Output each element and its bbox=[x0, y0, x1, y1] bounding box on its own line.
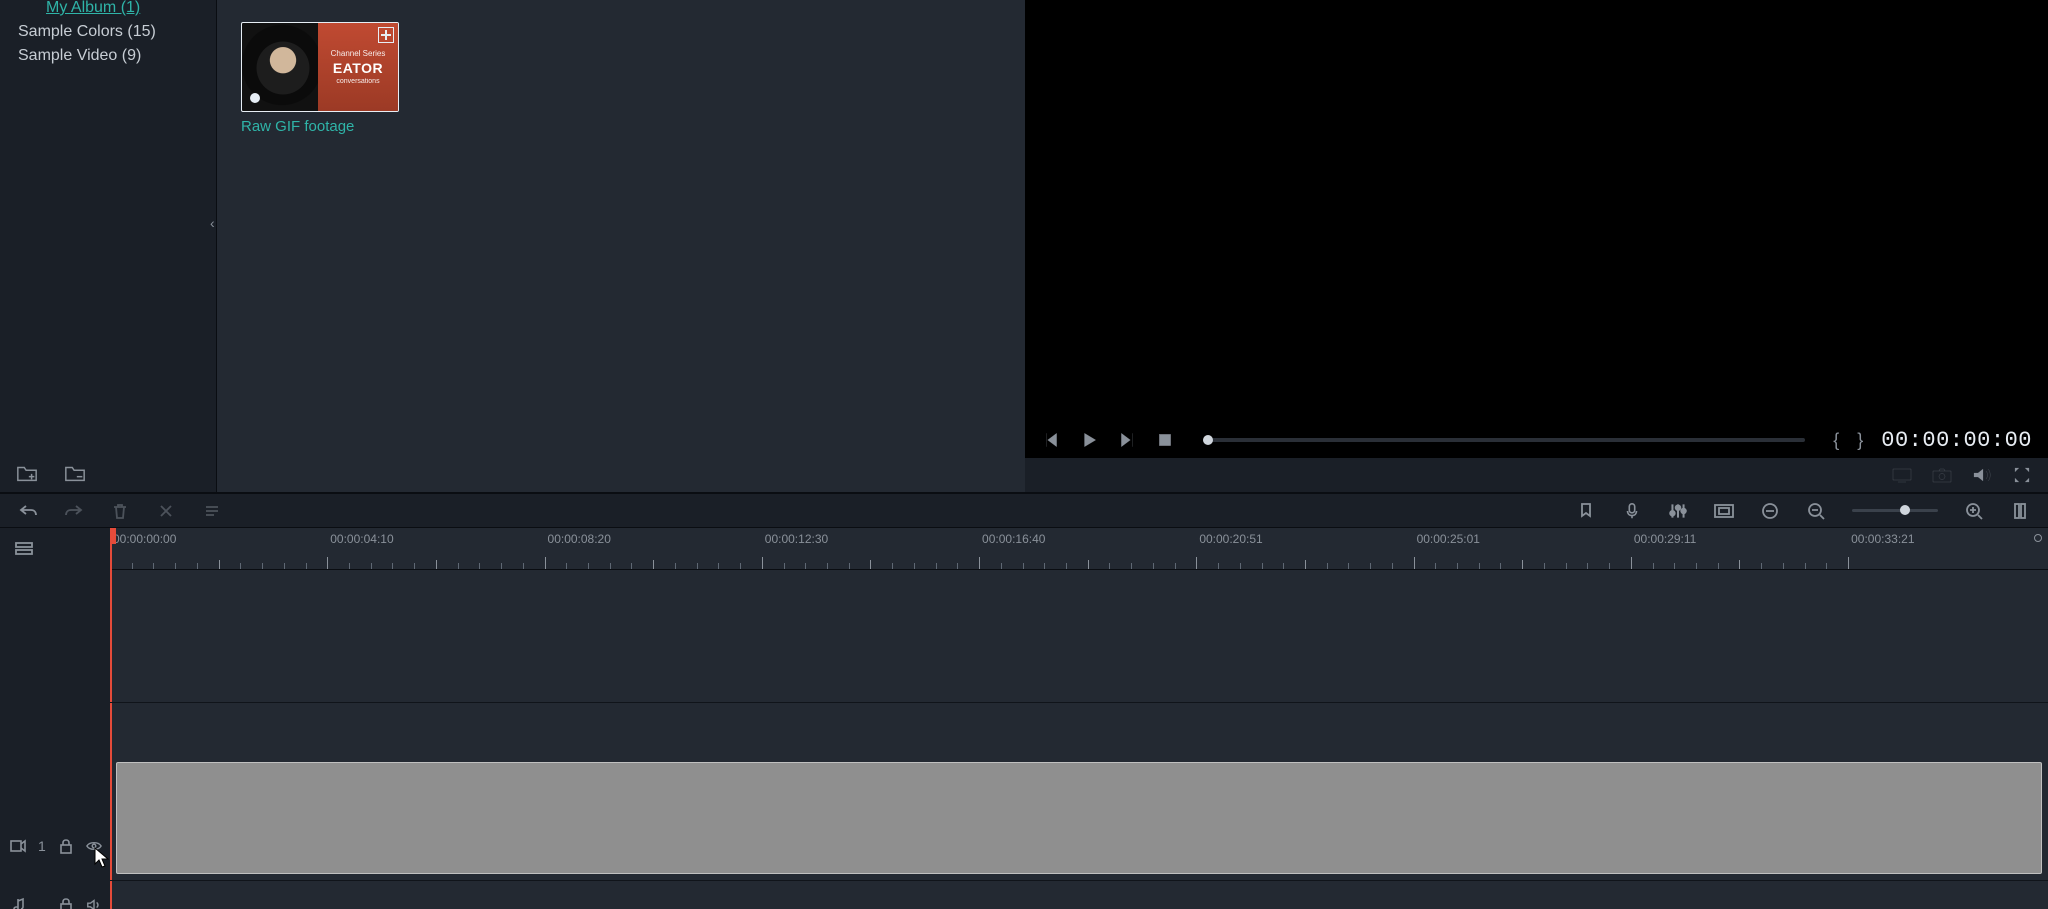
mark-in-icon[interactable]: { bbox=[1833, 430, 1839, 451]
mute-icon[interactable] bbox=[86, 897, 102, 909]
timeline-ruler[interactable]: 00:00:00:00 00:00:04:10 00:00:08:20 00:00:1… bbox=[110, 528, 2048, 570]
preview-viewport[interactable] bbox=[1025, 0, 2048, 422]
stop-button[interactable] bbox=[1155, 431, 1175, 449]
zoom-slider[interactable] bbox=[1852, 509, 1938, 512]
audio-track-icon bbox=[10, 897, 26, 909]
ruler-label: 00:00:12:30 bbox=[765, 532, 828, 546]
preview-pane: { } 00:00:00:00 bbox=[1025, 0, 2048, 492]
scrubber-handle[interactable] bbox=[1203, 435, 1213, 445]
sidebar-footer bbox=[0, 452, 216, 492]
video-track-header[interactable]: 1 bbox=[0, 832, 110, 860]
snapshot-icon[interactable] bbox=[1932, 466, 1952, 484]
media-clip[interactable]: Channel Series EATOR conversations Raw G… bbox=[241, 22, 399, 135]
thumb-text: EATOR bbox=[333, 60, 383, 76]
media-sidebar: My Album (1) Sample Colors (15) Sample V… bbox=[0, 0, 216, 492]
thumb-text: conversations bbox=[336, 78, 379, 85]
ruler-label: 00:00:00:00 bbox=[113, 532, 176, 546]
mark-out-icon[interactable]: } bbox=[1857, 430, 1863, 451]
ruler-label: 00:00:04:10 bbox=[330, 532, 393, 546]
timeline-toolbar bbox=[0, 492, 2048, 528]
preview-scrubber[interactable] bbox=[1203, 438, 1805, 442]
ruler-label: 00:00:25:01 bbox=[1417, 532, 1480, 546]
timeline-track-headers: 1 bbox=[0, 528, 110, 909]
zoom-in-button[interactable] bbox=[1964, 502, 1984, 520]
thumb-text: Channel Series bbox=[331, 49, 386, 58]
audio-track-header[interactable] bbox=[0, 895, 110, 909]
split-button[interactable] bbox=[156, 502, 176, 520]
timeline-tracks[interactable] bbox=[110, 570, 2048, 909]
volume-icon[interactable] bbox=[1972, 466, 1992, 484]
marker-icon[interactable] bbox=[1576, 502, 1596, 520]
ruler-label: 00:00:16:40 bbox=[982, 532, 1045, 546]
crop-button[interactable] bbox=[202, 502, 222, 520]
zoom-out-button[interactable] bbox=[1806, 502, 1826, 520]
timeline-header-corner bbox=[0, 528, 110, 570]
ruler-label: 00:00:33:21 bbox=[1851, 532, 1914, 546]
render-preview-icon[interactable] bbox=[1760, 502, 1780, 520]
delete-button[interactable] bbox=[110, 502, 130, 520]
playback-quality-icon[interactable] bbox=[1892, 466, 1912, 484]
video-track-icon bbox=[10, 838, 26, 854]
timecode-display: 00:00:00:00 bbox=[1881, 428, 2032, 453]
collapse-sidebar-handle[interactable]: ‹ bbox=[210, 215, 215, 231]
remove-folder-icon[interactable] bbox=[62, 462, 88, 484]
track-number: 1 bbox=[38, 838, 46, 854]
playhead-flag[interactable] bbox=[110, 528, 116, 544]
media-clip-label[interactable]: Raw GIF footage bbox=[241, 118, 399, 135]
play-button[interactable] bbox=[1079, 431, 1099, 449]
preview-controls bbox=[1025, 458, 2048, 492]
aspect-ratio-icon[interactable] bbox=[1714, 502, 1734, 520]
redo-button[interactable] bbox=[64, 502, 84, 520]
prev-frame-button[interactable] bbox=[1041, 431, 1061, 449]
track-separator bbox=[110, 880, 2048, 881]
transport-bar: { } 00:00:00:00 bbox=[1025, 422, 2048, 458]
audio-mixer-icon[interactable] bbox=[1668, 502, 1688, 520]
fullscreen-icon[interactable] bbox=[2012, 466, 2032, 484]
zoom-slider-knob[interactable] bbox=[1900, 505, 1910, 515]
app-root: My Album (1) Sample Colors (15) Sample V… bbox=[0, 0, 2048, 909]
visibility-icon[interactable] bbox=[86, 838, 102, 854]
next-frame-button[interactable] bbox=[1117, 431, 1137, 449]
record-voiceover-icon[interactable] bbox=[1622, 502, 1642, 520]
track-separator bbox=[110, 702, 2048, 703]
track-headers-body: 1 bbox=[0, 570, 110, 909]
top-pane: My Album (1) Sample Colors (15) Sample V… bbox=[0, 0, 2048, 492]
lock-icon[interactable] bbox=[58, 897, 74, 909]
lock-icon[interactable] bbox=[58, 838, 74, 854]
add-to-timeline-icon[interactable] bbox=[378, 27, 394, 43]
sidebar-item-sample-video[interactable]: Sample Video (9) bbox=[0, 44, 216, 68]
ruler-label: 00:00:20:51 bbox=[1199, 532, 1262, 546]
sidebar-item-sample-colors[interactable]: Sample Colors (15) bbox=[0, 20, 216, 44]
ruler-label: 00:00:08:20 bbox=[548, 532, 611, 546]
timeline: 1 00:00:00:0000:00:04:1000:00:08:2000:00… bbox=[0, 528, 2048, 909]
ruler-end-marker[interactable] bbox=[2034, 534, 2042, 542]
clip-indicator-icon bbox=[250, 93, 260, 103]
media-browser: ‹ Channel Series EATOR conversations Raw… bbox=[217, 0, 1025, 492]
undo-button[interactable] bbox=[18, 502, 38, 520]
timeline-body[interactable]: 00:00:00:00 00:00:04:10 00:00:08:20 00:00:1… bbox=[110, 528, 2048, 909]
sidebar-list: My Album (1) Sample Colors (15) Sample V… bbox=[0, 0, 216, 452]
add-folder-icon[interactable] bbox=[14, 462, 40, 484]
zoom-to-fit-button[interactable] bbox=[2010, 502, 2030, 520]
media-clip-thumbnail[interactable]: Channel Series EATOR conversations bbox=[241, 22, 399, 112]
ruler-label: 00:00:29:11 bbox=[1634, 532, 1697, 546]
manage-tracks-icon[interactable] bbox=[14, 540, 34, 558]
video-clip-placeholder[interactable] bbox=[116, 762, 2042, 874]
sidebar-item-my-album[interactable]: My Album (1) bbox=[0, 0, 216, 20]
